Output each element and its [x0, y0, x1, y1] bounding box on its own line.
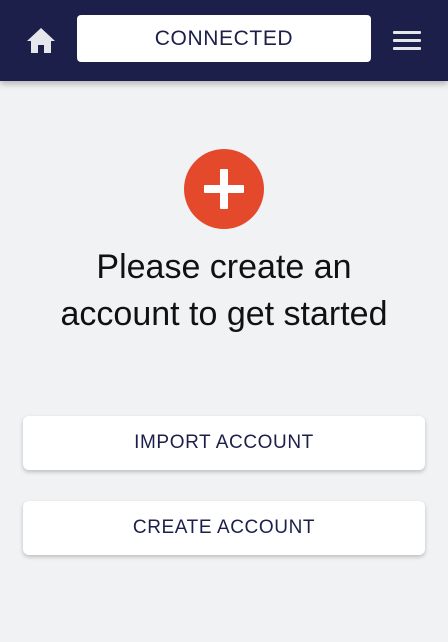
plus-icon [204, 169, 244, 209]
app-screen: CONNECTED Please create an account to ge… [0, 0, 448, 642]
home-icon [27, 28, 55, 53]
connection-status-badge[interactable]: CONNECTED [77, 15, 371, 62]
import-account-button[interactable]: IMPORT ACCOUNT [23, 416, 425, 470]
top-app-bar: CONNECTED [0, 0, 448, 81]
empty-state-line-2: account to get started [60, 295, 388, 333]
home-button[interactable] [24, 24, 58, 56]
create-account-label: CREATE ACCOUNT [132, 517, 316, 538]
empty-state-line-1: Please create an [96, 248, 352, 286]
menu-button[interactable] [390, 26, 424, 54]
empty-state-message: Please create an account to get started [24, 244, 424, 338]
connection-status-label: CONNECTED [154, 26, 294, 50]
import-account-label: IMPORT ACCOUNT [134, 432, 314, 453]
hamburger-menu-icon [393, 31, 421, 50]
create-account-button[interactable]: CREATE ACCOUNT [23, 501, 425, 555]
add-account-badge [184, 149, 264, 229]
